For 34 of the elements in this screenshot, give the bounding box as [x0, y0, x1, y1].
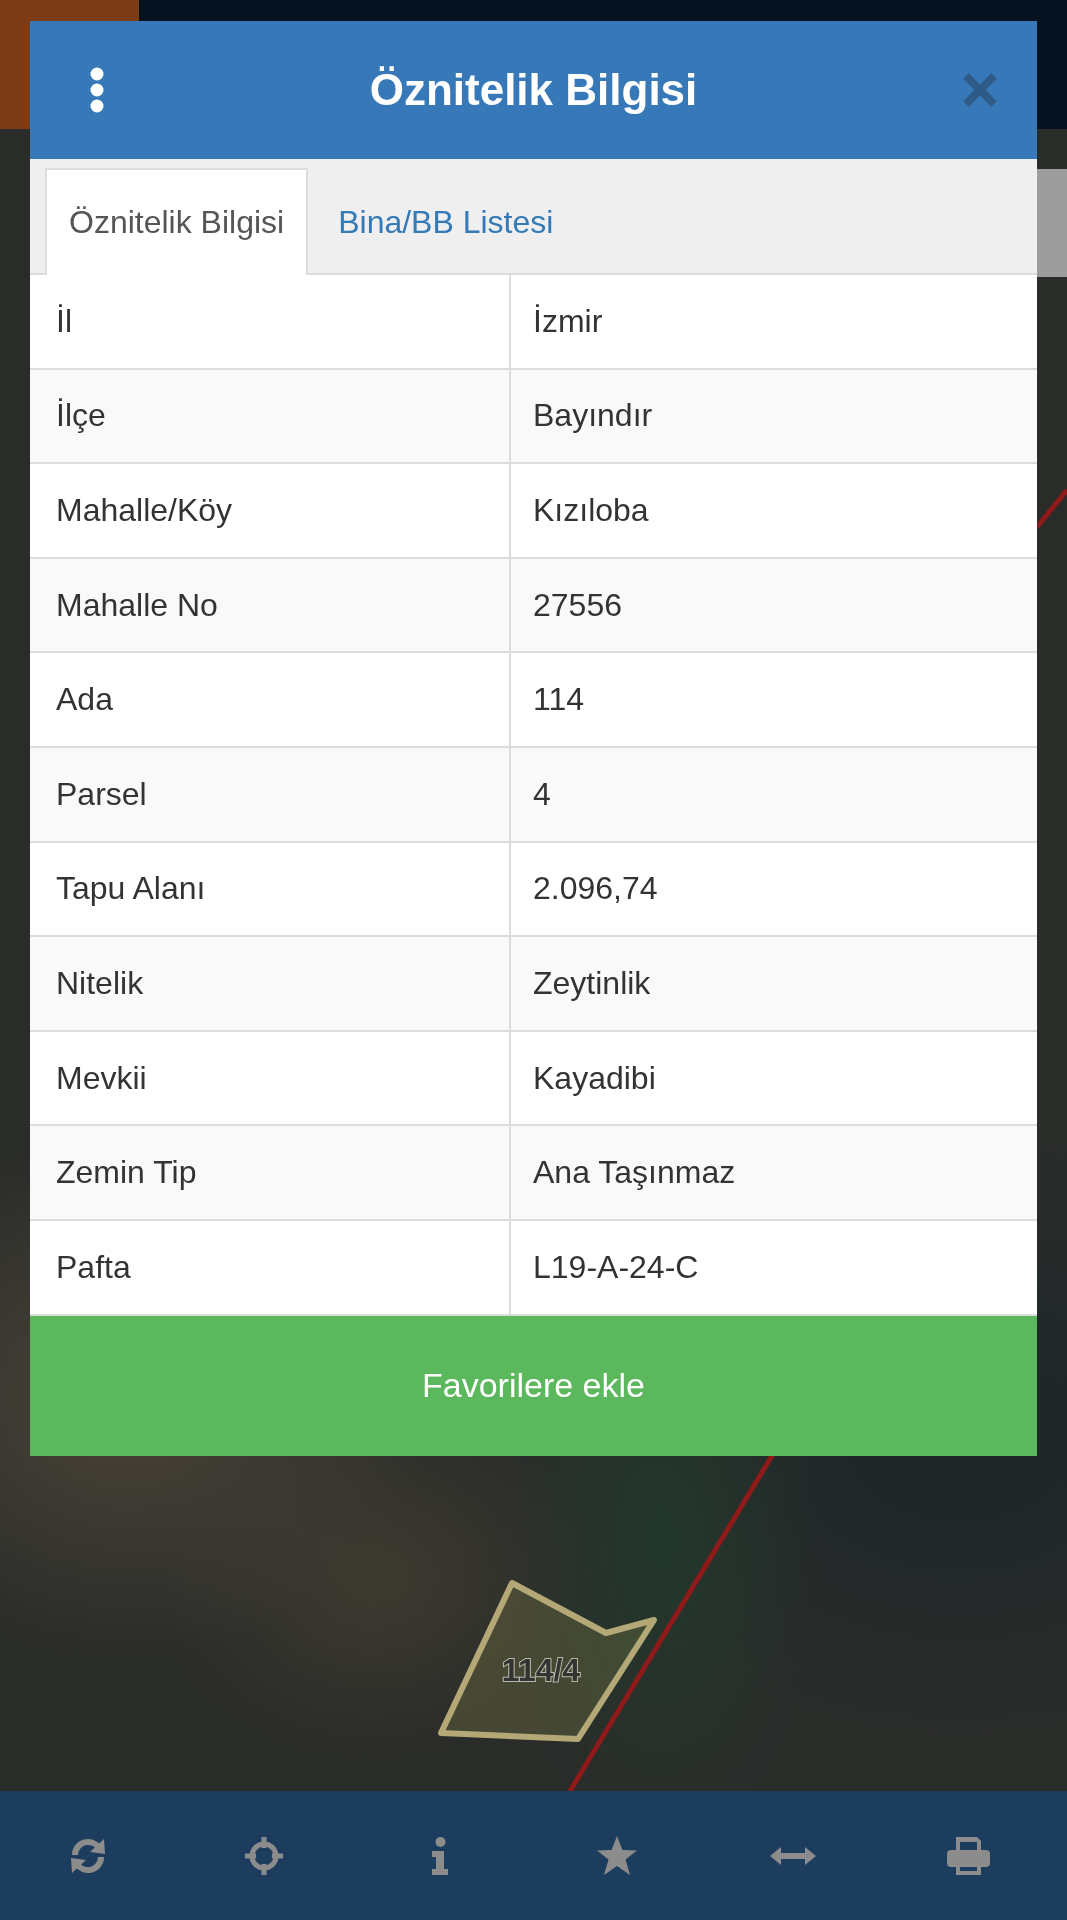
add-favorites-button[interactable]: Favorilere ekle [30, 1315, 1037, 1456]
parcel-label: 114/4 [501, 1652, 581, 1688]
row-value: İzmir [533, 302, 603, 340]
row-label: İl [56, 302, 72, 340]
info-icon[interactable] [432, 1836, 449, 1875]
boundary-line [1035, 488, 1067, 529]
menu-icon[interactable] [90, 67, 104, 113]
row-label: Ada [56, 681, 113, 719]
row-label: Mahalle No [56, 586, 218, 624]
row-label: İlçe [56, 397, 106, 435]
star-icon[interactable] [595, 1835, 638, 1876]
row-value: 114 [533, 681, 584, 719]
row-label: Zemin Tip [56, 1154, 197, 1192]
crosshair-icon[interactable] [245, 1836, 284, 1875]
tab[interactable]: Öznitelik Bilgisi [45, 168, 309, 275]
row-label: Mevkii [56, 1059, 147, 1097]
row-value: 2.096,74 [533, 870, 658, 908]
row-value: Ana Taşınmaz [533, 1154, 736, 1192]
row-value: Kayadibi [533, 1059, 656, 1097]
row-value: 4 [533, 775, 551, 813]
row-label: Nitelik [56, 964, 144, 1002]
row-value: Kızıloba [533, 492, 649, 529]
horizontal-arrows-icon[interactable] [769, 1846, 816, 1865]
row-value: Zeytinlik [533, 964, 651, 1002]
tab[interactable]: Bina/BB Listesi [314, 168, 578, 275]
dialog-title: Öznitelik Bilgisi [369, 65, 698, 115]
row-label: Parsel [56, 775, 147, 813]
row-label: Mahalle/Köy [56, 492, 233, 529]
row-label: Tapu Alanı [56, 870, 206, 908]
printer-icon[interactable] [947, 1836, 991, 1875]
row-value: L19-A-24-C [533, 1248, 699, 1286]
row-value: 27556 [533, 586, 622, 624]
row-label: Pafta [56, 1248, 131, 1286]
row-value: Bayındır [533, 397, 653, 435]
